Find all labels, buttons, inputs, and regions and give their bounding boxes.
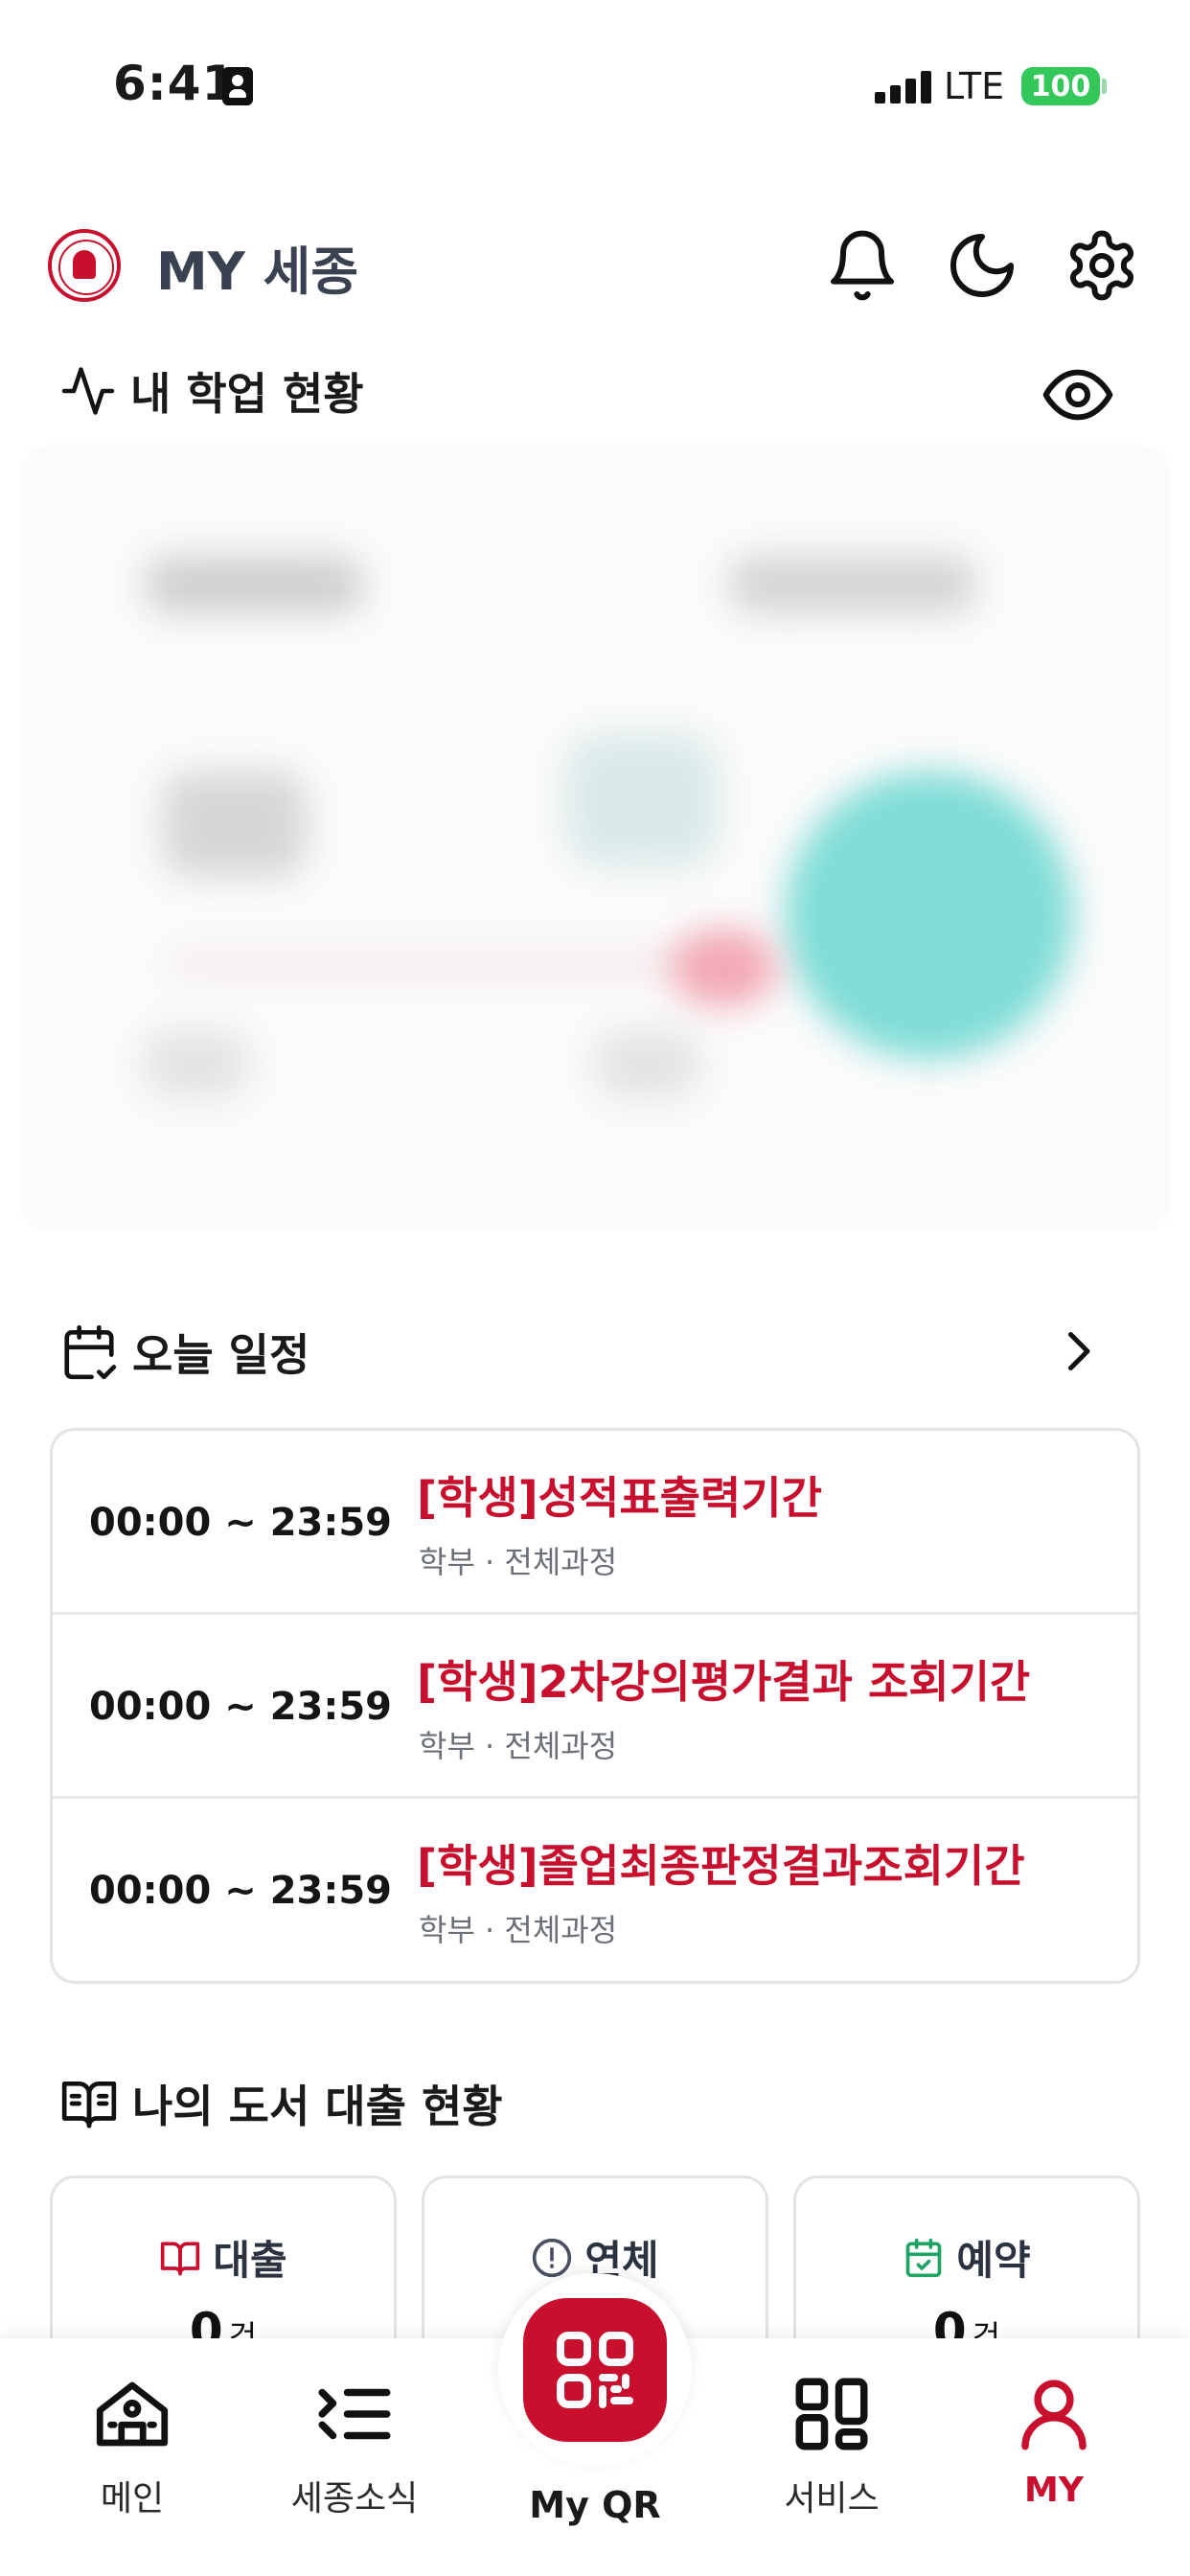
open-book-icon bbox=[61, 2082, 117, 2128]
qr-icon bbox=[557, 2332, 633, 2408]
schedule-item[interactable]: 00:00 ~ 23:59 [학생]2차강의평가결과 조회기간 학부 · 전체과… bbox=[53, 1615, 1137, 1799]
today-schedule-title: 오늘 일정 bbox=[132, 1329, 310, 1381]
blurred-marker bbox=[671, 930, 776, 1006]
library-card-label: 대출 bbox=[53, 2228, 394, 2287]
library-loans-title: 나의 도서 대출 현황 bbox=[132, 2081, 503, 2132]
schedule-more-chevron-icon[interactable] bbox=[1049, 1322, 1107, 1380]
grid-icon bbox=[795, 2378, 868, 2450]
tab-label: 세종소식 bbox=[290, 2479, 419, 2518]
calendar-check-icon bbox=[64, 1324, 117, 1380]
university-logo bbox=[48, 229, 121, 302]
schedule-subtitle: 학부 · 전체과정 bbox=[419, 1912, 618, 1948]
status-time: 6:41 bbox=[113, 56, 237, 111]
today-schedule-header: 오늘 일정 bbox=[59, 1321, 309, 1384]
tab-main[interactable]: 메인 bbox=[36, 2371, 228, 2543]
tab-label: 서비스 bbox=[784, 2479, 880, 2518]
battery-icon: 100 bbox=[1021, 67, 1100, 105]
app-title: MY 세종 bbox=[156, 242, 358, 302]
schedule-list: 00:00 ~ 23:59 [학생]성적표출력기간 학부 · 전체과정 00:0… bbox=[50, 1428, 1140, 1984]
academic-status-card-blurred bbox=[19, 446, 1171, 1231]
signal-strength-icon bbox=[875, 71, 932, 104]
academic-status-title: 내 학업 현황 bbox=[130, 368, 364, 420]
blurred-label bbox=[594, 1030, 699, 1097]
schedule-title: [학생]2차강의평가결과 조회기간 bbox=[417, 1656, 1031, 1708]
schedule-time: 00:00 ~ 23:59 bbox=[89, 1685, 393, 1729]
battery-tip bbox=[1102, 79, 1107, 94]
tab-news[interactable]: 세종소식 bbox=[259, 2371, 450, 2543]
app-header: MY 세종 bbox=[0, 216, 1190, 316]
contact-card-icon bbox=[222, 67, 253, 105]
schedule-item[interactable]: 00:00 ~ 23:59 [학생]성적표출력기간 학부 · 전체과정 bbox=[53, 1431, 1137, 1615]
library-card-label-text: 예약 bbox=[956, 2237, 1031, 2284]
calendar-check-icon bbox=[906, 2238, 942, 2277]
tab-label: My QR bbox=[529, 2484, 661, 2526]
library-card-label: 예약 bbox=[796, 2228, 1137, 2287]
blurred-label bbox=[728, 556, 977, 613]
notification-bell-icon[interactable] bbox=[824, 227, 901, 304]
library-loans-header: 나의 도서 대출 현황 bbox=[59, 2072, 503, 2135]
library-card-label-text: 대출 bbox=[213, 2237, 287, 2284]
academic-status-header: 내 학업 현황 bbox=[59, 359, 364, 423]
list-icon bbox=[318, 2388, 391, 2440]
person-icon bbox=[1021, 2380, 1087, 2450]
schedule-title: [학생]성적표출력기간 bbox=[417, 1472, 822, 1524]
tab-my-qr-button[interactable] bbox=[523, 2298, 667, 2442]
status-bar: 6:41 LTE 100 bbox=[0, 0, 1190, 172]
tab-label: MY bbox=[1024, 2471, 1084, 2510]
blurred-label bbox=[144, 556, 364, 613]
schedule-item[interactable]: 00:00 ~ 23:59 [학생]졸업최종판정결과조회기간 학부 · 전체과정 bbox=[53, 1799, 1137, 1981]
schedule-title: [학생]졸업최종판정결과조회기간 bbox=[417, 1840, 1025, 1892]
schedule-time: 00:00 ~ 23:59 bbox=[89, 1869, 393, 1913]
home-icon bbox=[96, 2381, 169, 2447]
schedule-subtitle: 학부 · 전체과정 bbox=[419, 1544, 618, 1580]
book-icon bbox=[161, 2242, 200, 2275]
blurred-value bbox=[163, 771, 307, 877]
blurred-progress-ring bbox=[786, 771, 1073, 1059]
dark-mode-moon-icon[interactable] bbox=[944, 227, 1020, 304]
tab-my[interactable]: MY bbox=[958, 2371, 1150, 2543]
visibility-eye-icon[interactable] bbox=[1040, 356, 1116, 433]
tab-services[interactable]: 서비스 bbox=[736, 2371, 927, 2543]
schedule-time: 00:00 ~ 23:59 bbox=[89, 1501, 393, 1545]
activity-pulse-icon bbox=[61, 367, 115, 415]
tab-label: 메인 bbox=[100, 2479, 165, 2518]
blurred-label bbox=[144, 1030, 249, 1097]
network-type: LTE bbox=[944, 65, 1005, 107]
settings-gear-icon[interactable] bbox=[1064, 227, 1140, 304]
blurred-value bbox=[565, 733, 719, 867]
alert-circle-icon bbox=[533, 2238, 572, 2277]
schedule-subtitle: 학부 · 전체과정 bbox=[419, 1728, 618, 1764]
